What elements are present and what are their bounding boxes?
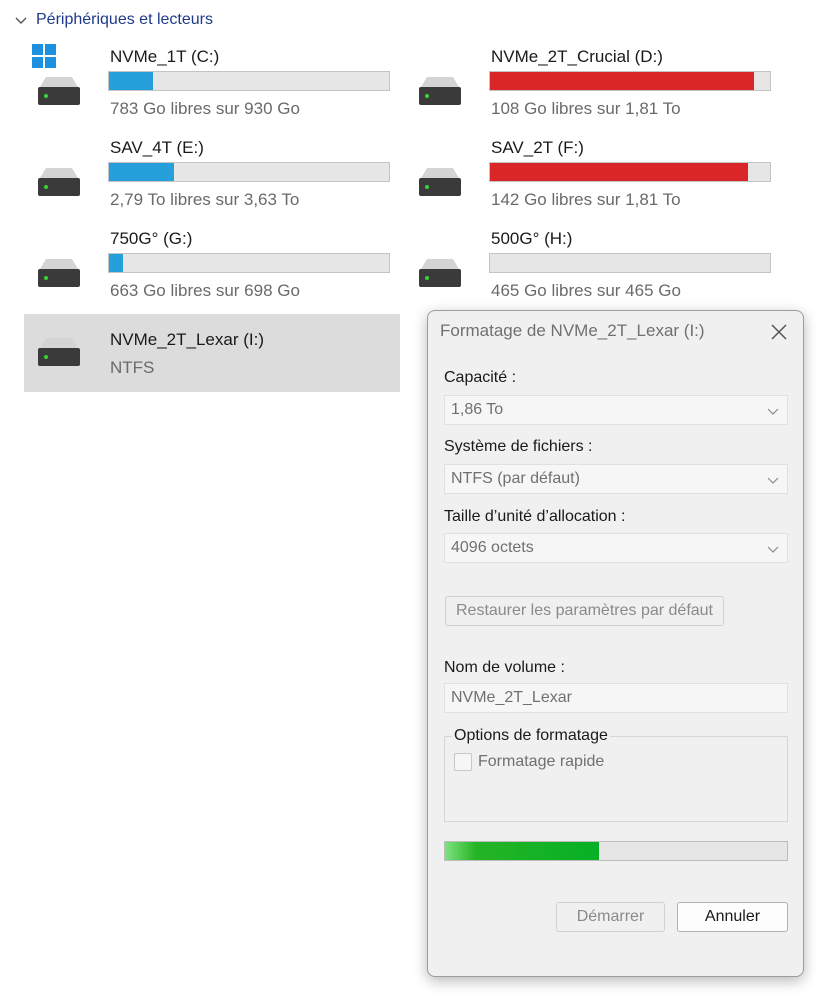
close-icon[interactable] bbox=[769, 322, 789, 342]
capacity-select[interactable]: 1,86 To bbox=[444, 395, 788, 425]
usage-fill bbox=[109, 254, 123, 272]
windows-logo-icon bbox=[32, 44, 56, 68]
restore-defaults-button[interactable]: Restaurer les paramètres par défaut bbox=[445, 596, 724, 626]
chevron-down-icon bbox=[767, 477, 779, 484]
volume-label: Nom de volume : bbox=[444, 659, 565, 676]
free-space-text: 2,79 To libres sur 3,63 To bbox=[110, 190, 300, 209]
drive-g[interactable]: 750G° (G:) 663 Go libres sur 698 Go bbox=[24, 229, 400, 307]
filesystem-value: NTFS (par défaut) bbox=[451, 470, 580, 487]
hard-drive-icon bbox=[38, 338, 80, 366]
hard-drive-icon bbox=[38, 259, 80, 287]
capacity-value: 1,86 To bbox=[451, 401, 504, 418]
quick-format-option[interactable]: Formatage rapide bbox=[454, 753, 604, 771]
free-space-text: 142 Go libres sur 1,81 To bbox=[491, 190, 681, 209]
usage-bar bbox=[108, 253, 390, 273]
drive-d[interactable]: NVMe_2T_Crucial (D:) 108 Go libres sur 1… bbox=[405, 47, 781, 125]
chevron-down-icon bbox=[767, 546, 779, 553]
quick-format-checkbox[interactable] bbox=[454, 753, 472, 771]
format-options-group bbox=[444, 736, 788, 822]
format-dialog: Formatage de NVMe_2T_Lexar (I:) Capacité… bbox=[427, 310, 804, 977]
hard-drive-icon bbox=[419, 259, 461, 287]
progress-fill bbox=[445, 842, 599, 860]
hard-drive-icon bbox=[419, 168, 461, 196]
drive-f[interactable]: SAV_2T (F:) 142 Go libres sur 1,81 To bbox=[405, 138, 781, 216]
start-button[interactable]: Démarrer bbox=[556, 902, 665, 932]
allocation-select[interactable]: 4096 octets bbox=[444, 533, 788, 563]
filesystem-select[interactable]: NTFS (par défaut) bbox=[444, 464, 788, 494]
filesystem-label: Système de fichiers : bbox=[444, 438, 593, 455]
drive-name: NVMe_1T (C:) bbox=[110, 47, 220, 66]
drive-c[interactable]: NVMe_1T (C:) 783 Go libres sur 930 Go bbox=[24, 44, 400, 125]
hard-drive-icon bbox=[38, 168, 80, 196]
chevron-down-icon bbox=[15, 17, 27, 24]
section-title: Périphériques et lecteurs bbox=[36, 11, 213, 28]
capacity-label: Capacité : bbox=[444, 369, 517, 386]
drive-h[interactable]: 500G° (H:) 465 Go libres sur 465 Go bbox=[405, 229, 781, 307]
dialog-title: Formatage de NVMe_2T_Lexar (I:) bbox=[440, 321, 705, 340]
usage-bar bbox=[108, 162, 390, 182]
free-space-text: 465 Go libres sur 465 Go bbox=[491, 281, 681, 300]
usage-bar bbox=[489, 162, 771, 182]
usage-bar bbox=[108, 71, 390, 91]
allocation-value: 4096 octets bbox=[451, 539, 534, 556]
usage-fill bbox=[490, 72, 754, 90]
filesystem-text: NTFS bbox=[110, 358, 155, 377]
usage-bar bbox=[489, 253, 771, 273]
free-space-text: 108 Go libres sur 1,81 To bbox=[491, 99, 681, 118]
drive-name: NVMe_2T_Lexar (I:) bbox=[110, 330, 264, 349]
free-space-text: 783 Go libres sur 930 Go bbox=[110, 99, 300, 118]
hard-drive-icon bbox=[419, 77, 461, 105]
drive-name: 500G° (H:) bbox=[491, 229, 573, 248]
hard-drive-icon bbox=[38, 77, 80, 105]
drive-i[interactable]: NVMe_2T_Lexar (I:) NTFS bbox=[24, 314, 400, 392]
quick-format-label: Formatage rapide bbox=[478, 753, 605, 770]
allocation-label: Taille d’unité d’allocation : bbox=[444, 508, 626, 525]
drive-e[interactable]: SAV_4T (E:) 2,79 To libres sur 3,63 To bbox=[24, 138, 400, 216]
format-options-legend: Options de formatage bbox=[452, 727, 610, 745]
drive-name: 750G° (G:) bbox=[110, 229, 193, 248]
usage-fill bbox=[109, 72, 154, 90]
drive-name: SAV_4T (E:) bbox=[110, 138, 204, 157]
format-progress-bar bbox=[444, 841, 788, 861]
section-header[interactable]: Périphériques et lecteurs bbox=[14, 8, 213, 32]
usage-fill bbox=[109, 163, 174, 181]
chevron-down-icon bbox=[767, 408, 779, 415]
cancel-button[interactable]: Annuler bbox=[677, 902, 788, 932]
volume-name-value: NVMe_2T_Lexar bbox=[451, 689, 572, 706]
usage-fill bbox=[490, 163, 749, 181]
drive-name: SAV_2T (F:) bbox=[491, 138, 584, 157]
volume-name-field[interactable]: NVMe_2T_Lexar bbox=[444, 683, 788, 713]
drive-name: NVMe_2T_Crucial (D:) bbox=[491, 47, 663, 66]
usage-bar bbox=[489, 71, 771, 91]
free-space-text: 663 Go libres sur 698 Go bbox=[110, 281, 300, 300]
